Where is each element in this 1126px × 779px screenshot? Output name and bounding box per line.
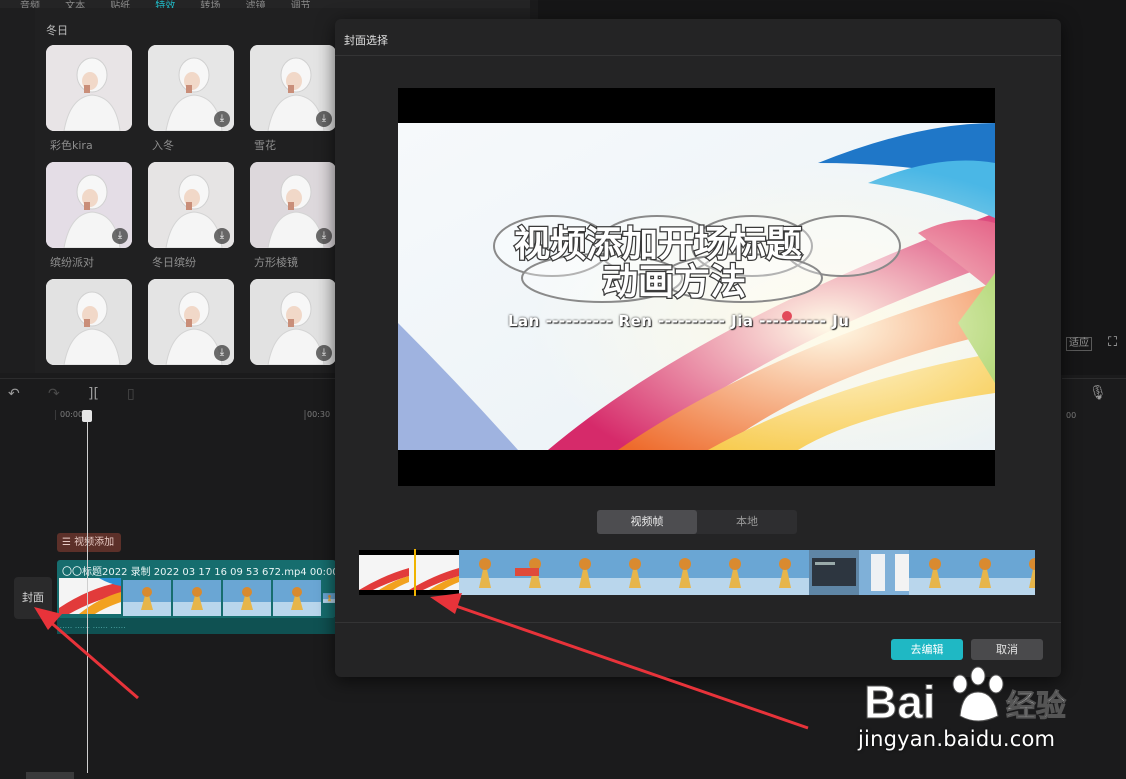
effect-thumbnail[interactable]: ⤓ — [250, 279, 336, 365]
effect-preview-image — [46, 279, 132, 365]
effect-thumbnail[interactable]: ⤓ — [250, 162, 336, 248]
title-clip[interactable]: ☰ 视频添加 — [57, 533, 121, 552]
ruler-label: 00 — [1066, 411, 1077, 420]
clip-frame-thumbnail — [123, 580, 171, 616]
video-frame[interactable] — [409, 550, 459, 595]
download-icon[interactable]: ⤓ — [112, 228, 128, 244]
video-frame[interactable] — [559, 550, 609, 595]
timeline-toolbar: ↶ ↷ ][ ▯ — [0, 378, 336, 409]
effect-thumbnail[interactable]: ⤓ — [250, 45, 336, 131]
go-edit-button[interactable]: 去编辑 — [891, 639, 963, 660]
video-frame[interactable] — [659, 550, 709, 595]
effect-preview-image — [46, 45, 132, 131]
cover-title-line2: 动画方法 — [602, 262, 746, 303]
download-icon[interactable]: ⤓ — [214, 345, 230, 361]
delete-icon[interactable]: ▯ — [127, 386, 135, 402]
effect-thumbnail[interactable]: ⤓ — [148, 162, 234, 248]
video-frame[interactable] — [959, 550, 1009, 595]
cursor-dot — [782, 311, 792, 321]
watermark-suffix: 经验 — [1006, 689, 1066, 724]
playhead-handle[interactable] — [82, 410, 92, 422]
download-icon[interactable]: ⤓ — [316, 345, 332, 361]
effect-label: 入冬 — [152, 139, 174, 152]
cancel-button[interactable]: 取消 — [971, 639, 1043, 660]
watermark-url: jingyan.baidu.com — [858, 727, 1056, 751]
title-bubble-graphic: 视频添加开场标题 动画方法 — [493, 215, 901, 304]
cover-title-line1: 视频添加开场标题 — [514, 224, 802, 265]
fullscreen-icon[interactable]: ⛶ — [1108, 335, 1117, 350]
effect-label: 彩色kira — [50, 139, 93, 152]
effect-label: 冬日缤纷 — [152, 256, 196, 269]
clip-cover-thumbnail — [59, 578, 121, 614]
effects-category-rail — [0, 8, 36, 373]
effect-thumbnail[interactable]: ⤓ — [46, 162, 132, 248]
video-frame[interactable] — [909, 550, 959, 595]
ruler-ticks — [55, 410, 306, 420]
redo-icon[interactable]: ↷ — [48, 386, 60, 402]
fit-ratio-button[interactable]: 适应 — [1066, 337, 1092, 351]
ruler-label: 00:30 — [307, 410, 331, 419]
video-frame[interactable] — [609, 550, 659, 595]
effect-thumbnail[interactable]: ⤓ — [148, 279, 234, 365]
video-frame[interactable] — [1009, 550, 1035, 595]
download-icon[interactable]: ⤓ — [316, 228, 332, 244]
watermark-brand: Bai — [864, 676, 936, 728]
video-frame[interactable] — [809, 550, 859, 595]
cover-subtitle: Lan ---------- Ren ---------- Jia ------… — [508, 312, 850, 330]
audio-waveform[interactable]: ...... ...... ...... ...... — [57, 618, 336, 634]
ruler-label: 00:00 — [60, 410, 84, 419]
video-frame[interactable] — [859, 550, 909, 595]
video-frame[interactable] — [359, 550, 409, 595]
video-clip-label: 〇〇标题2022 录制 2022 03 17 16 09 53 672.mp4 … — [62, 567, 339, 578]
download-icon[interactable]: ⤓ — [214, 111, 230, 127]
dialog-title: 封面选择 — [344, 34, 388, 47]
clip-frame-thumbnail — [273, 580, 321, 616]
effect-label: 雪花 — [254, 139, 276, 152]
clip-frame-thumbnail — [223, 580, 271, 616]
effect-label: 方形棱镜 — [254, 256, 298, 269]
cover-button[interactable]: 封面 — [14, 577, 52, 619]
timeline-ruler[interactable]: 00:00 00:30 — [55, 408, 336, 424]
effects-section-title: 冬日 — [46, 24, 68, 37]
tab-local[interactable]: 本地 — [697, 510, 797, 534]
clip-frame-thumbnail — [173, 580, 221, 616]
top-tabs: 音频 文本 贴纸 特效 转场 滤镜 调节 — [0, 0, 530, 12]
video-frame[interactable] — [709, 550, 759, 595]
baidu-paw-logo: Bai 经验 — [864, 666, 1067, 729]
timeline-scrollbar[interactable] — [26, 772, 74, 779]
frame-selector-handle[interactable] — [414, 549, 416, 596]
text-icon: ☰ — [62, 537, 71, 548]
cover-title: 视频添加开场标题 动画方法 — [492, 212, 902, 304]
divider — [335, 55, 1061, 56]
effect-thumbnail[interactable] — [46, 279, 132, 365]
video-frame[interactable] — [509, 550, 559, 595]
frame-filmstrip[interactable] — [359, 550, 1035, 595]
effect-label: 缤纷派对 — [50, 256, 94, 269]
effect-thumbnail[interactable] — [46, 45, 132, 131]
undo-icon[interactable]: ↶ — [8, 386, 20, 402]
microphone-icon[interactable]: 🎙 — [1089, 385, 1107, 401]
download-icon[interactable]: ⤓ — [316, 111, 332, 127]
download-icon[interactable]: ⤓ — [214, 228, 230, 244]
split-icon[interactable]: ][ — [88, 386, 99, 402]
playhead[interactable] — [87, 418, 88, 773]
video-frame[interactable] — [759, 550, 809, 595]
tab-video-frame[interactable]: 视频帧 — [597, 510, 697, 534]
video-frame[interactable] — [459, 550, 509, 595]
divider — [335, 622, 1061, 623]
title-clip-label: 视频添加 — [74, 537, 115, 548]
effect-thumbnail[interactable]: ⤓ — [148, 45, 234, 131]
